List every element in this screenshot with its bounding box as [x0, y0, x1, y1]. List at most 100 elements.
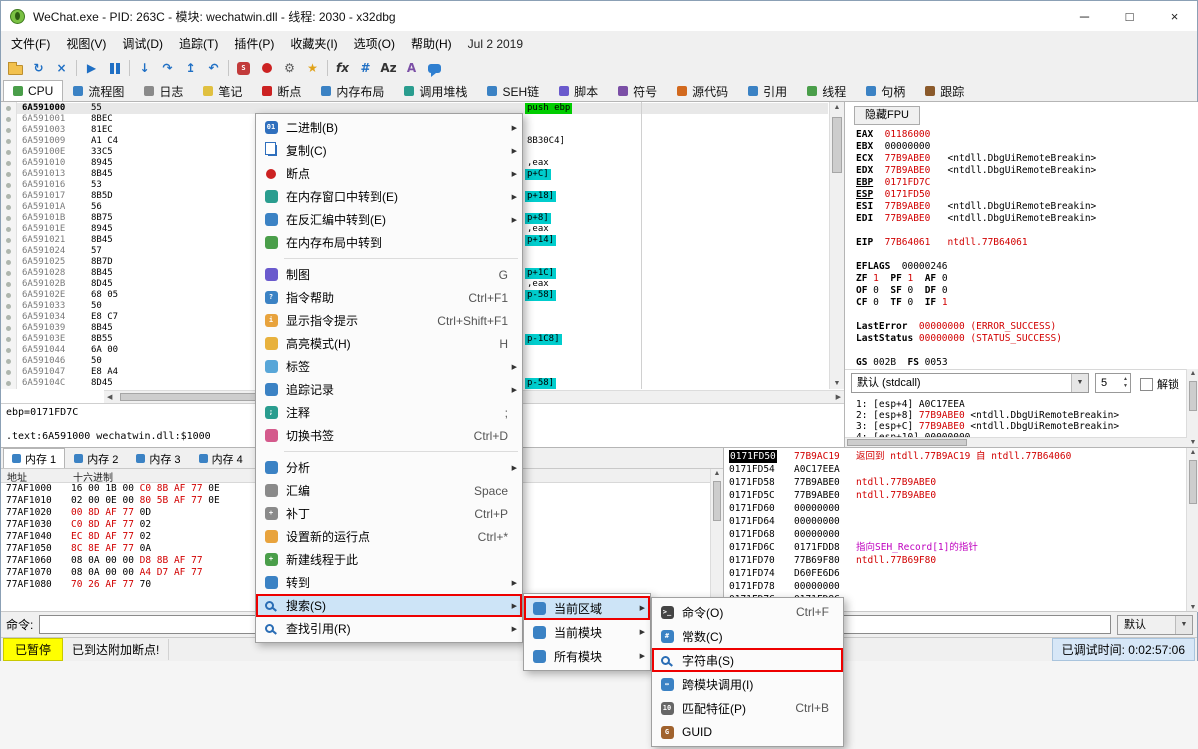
az-text-button[interactable]: Az	[377, 57, 400, 79]
stack-row[interactable]: 0171FD5077B9AC19返回到 ntdll.77B9AC19 自 ntd…	[724, 450, 1186, 463]
register-line[interactable]: ESP 0171FD50	[856, 189, 1096, 201]
breakpoint-dot-icon[interactable]	[6, 117, 11, 122]
menu-item-binary[interactable]: 01二进制(B)▶	[256, 116, 522, 139]
minimize-button[interactable]: ─	[1062, 1, 1107, 31]
menubar-item-0[interactable]: 文件(F)	[3, 31, 58, 56]
menu-item-intermodular-calls[interactable]: ↔跨模块调用(I)	[652, 672, 843, 696]
tab-memory-map[interactable]: 内存布局	[311, 80, 394, 101]
execute-till-return-button[interactable]: ↥	[179, 57, 202, 79]
menu-item-trace-record[interactable]: 追踪记录▶	[256, 378, 522, 401]
menubar-item-6[interactable]: 选项(O)	[346, 31, 403, 56]
register-line[interactable]	[856, 249, 1096, 261]
menubar-item-7[interactable]: 帮助(H)	[403, 31, 460, 56]
tab-call-stack[interactable]: 调用堆栈	[394, 80, 477, 101]
close-process-button[interactable]: ×	[50, 57, 73, 79]
menu-item-follow-in-dump[interactable]: 在内存窗口中转到(E)▶	[256, 185, 522, 208]
register-line[interactable]	[856, 345, 1096, 357]
dump-tab-memory-1[interactable]: 内存 1	[3, 448, 65, 468]
argument-line[interactable]: 1: [esp+4] A0C17EEA	[856, 399, 1119, 410]
breakpoint-dot-icon[interactable]	[6, 370, 11, 375]
breakpoint-dot-icon[interactable]	[6, 282, 11, 287]
stack-row[interactable]: 0171FD5C77B9ABE0ntdll.77B9ABE0	[724, 489, 1186, 502]
tab-trace[interactable]: 跟踪	[915, 80, 974, 101]
scroll-thumb[interactable]	[1189, 460, 1197, 504]
scroll-up-icon[interactable]: ▲	[711, 470, 723, 477]
register-line[interactable]	[856, 309, 1096, 321]
menu-item-goto[interactable]: 转到▶	[256, 571, 522, 594]
menu-item-assemble[interactable]: 汇编Space	[256, 479, 522, 502]
register-line[interactable]: ESI 77B9ABE0 <ntdll.DbgUiRemoteBreakin>	[856, 201, 1096, 213]
breakpoint-dot-icon[interactable]	[6, 271, 11, 276]
scroll-thumb[interactable]	[120, 393, 260, 401]
tab-symbols[interactable]: 符号	[608, 80, 667, 101]
breakpoint-dot-icon[interactable]	[6, 260, 11, 265]
menu-item-command[interactable]: >_命令(O)Ctrl+F	[652, 600, 843, 624]
tab-references[interactable]: 引用	[738, 80, 797, 101]
dropdown-arrow-icon[interactable]: ▼	[1175, 616, 1192, 634]
menu-item-current-module[interactable]: 当前模块▶	[524, 620, 650, 644]
menu-item-patch[interactable]: +补丁Ctrl+P	[256, 502, 522, 525]
menu-item-instruction-help[interactable]: ?指令帮助Ctrl+F1	[256, 286, 522, 309]
register-line[interactable]: OF 0 SF 0 DF 0	[856, 285, 1096, 297]
menu-item-set-new-origin[interactable]: 设置新的运行点Ctrl+*	[256, 525, 522, 548]
dropdown-arrow-icon[interactable]: ▼	[1071, 374, 1088, 392]
stack-row[interactable]: 0171FD5877B9ABE0ntdll.77B9ABE0	[724, 476, 1186, 489]
step-back-button[interactable]: ↶	[202, 57, 225, 79]
menubar-item-1[interactable]: 视图(V)	[58, 31, 114, 56]
breakpoint-dot-icon[interactable]	[6, 139, 11, 144]
scroll-left-icon[interactable]: ◀	[107, 393, 112, 401]
menu-item-label[interactable]: 标签▶	[256, 355, 522, 378]
register-line[interactable]: EDI 77B9ABE0 <ntdll.DbgUiRemoteBreakin>	[856, 213, 1096, 225]
spin-up-icon[interactable]: ▲	[1123, 377, 1128, 382]
unlock-checkbox[interactable]	[1140, 378, 1153, 391]
register-line[interactable]	[856, 225, 1096, 237]
menu-item-copy[interactable]: 复制(C)▶	[256, 139, 522, 162]
calculator-fx-button[interactable]: fx	[331, 57, 354, 79]
breakpoint-dot-icon[interactable]	[6, 205, 11, 210]
step-into-button[interactable]: ↓	[133, 57, 156, 79]
tab-breakpoints[interactable]: 断点	[252, 80, 311, 101]
step-over-button[interactable]: ↷	[156, 57, 179, 79]
stack-row[interactable]: 0171FD7077B69F80ntdll.77B69F80	[724, 554, 1186, 567]
maximize-button[interactable]: □	[1107, 1, 1152, 31]
register-line[interactable]: EFLAGS 00000246	[856, 261, 1096, 273]
menu-item-create-thread-here[interactable]: +新建线程于此	[256, 548, 522, 571]
run-button[interactable]: ▶	[80, 57, 103, 79]
open-file-button[interactable]	[4, 57, 27, 79]
menu-item-toggle-bookmark[interactable]: 切换书签Ctrl+D	[256, 424, 522, 447]
scroll-up-icon[interactable]: ▲	[1187, 449, 1198, 456]
dump-tab-memory-4[interactable]: 内存 4	[190, 448, 252, 468]
hide-fpu-button[interactable]: 隐藏FPU	[854, 106, 920, 125]
breakpoints-button[interactable]	[255, 57, 278, 79]
args-horizontal-scrollbar[interactable]	[845, 437, 1187, 447]
tab-threads[interactable]: 线程	[797, 80, 856, 101]
breakpoint-dot-icon[interactable]	[6, 194, 11, 199]
menu-item-show-mnemonic-brief[interactable]: i显示指令提示Ctrl+Shift+F1	[256, 309, 522, 332]
register-line[interactable]: LastError 00000000 (ERROR_SUCCESS)	[856, 321, 1096, 333]
menu-item-all-modules[interactable]: 所有模块▶	[524, 644, 650, 668]
stack-row[interactable]: 0171FD6800000000	[724, 528, 1186, 541]
args-vertical-scrollbar[interactable]: ▲ ▼	[1186, 369, 1198, 447]
tab-log[interactable]: 日志	[134, 80, 193, 101]
dump-vertical-scrollbar[interactable]: ▲ ▼	[710, 469, 723, 612]
scroll-down-icon[interactable]: ▼	[1187, 604, 1198, 611]
dump-tab-memory-3[interactable]: 内存 3	[127, 448, 189, 468]
breakpoint-dot-icon[interactable]	[6, 161, 11, 166]
scroll-thumb[interactable]	[832, 117, 842, 173]
breakpoint-dot-icon[interactable]	[6, 304, 11, 309]
register-line[interactable]: ZF 1 PF 1 AF 0	[856, 273, 1096, 285]
stack-row[interactable]: 0171FD7800000000	[724, 580, 1186, 593]
scroll-right-icon[interactable]: ▶	[836, 393, 841, 401]
menu-item-pattern[interactable]: 10匹配特征(P)Ctrl+B	[652, 696, 843, 720]
register-line[interactable]: ECX 77B9ABE0 <ntdll.DbgUiRemoteBreakin>	[856, 153, 1096, 165]
tab-notes[interactable]: 笔记	[193, 80, 252, 101]
menubar-item-3[interactable]: 追踪(T)	[171, 31, 226, 56]
stack-vertical-scrollbar[interactable]: ▲ ▼	[1186, 448, 1198, 612]
menu-item-follow-in-memory-map[interactable]: 在内存布局中转到	[256, 231, 522, 254]
breakpoint-dot-icon[interactable]	[6, 381, 11, 386]
stack-row[interactable]: 0171FD6C0171FDD8指向SEH_Record[1]的指针	[724, 541, 1186, 554]
stack-row[interactable]: 0171FD6000000000	[724, 502, 1186, 515]
scroll-up-icon[interactable]: ▲	[830, 104, 844, 111]
scroll-down-icon[interactable]: ▼	[830, 380, 844, 387]
menu-item-analysis[interactable]: 分析▶	[256, 456, 522, 479]
